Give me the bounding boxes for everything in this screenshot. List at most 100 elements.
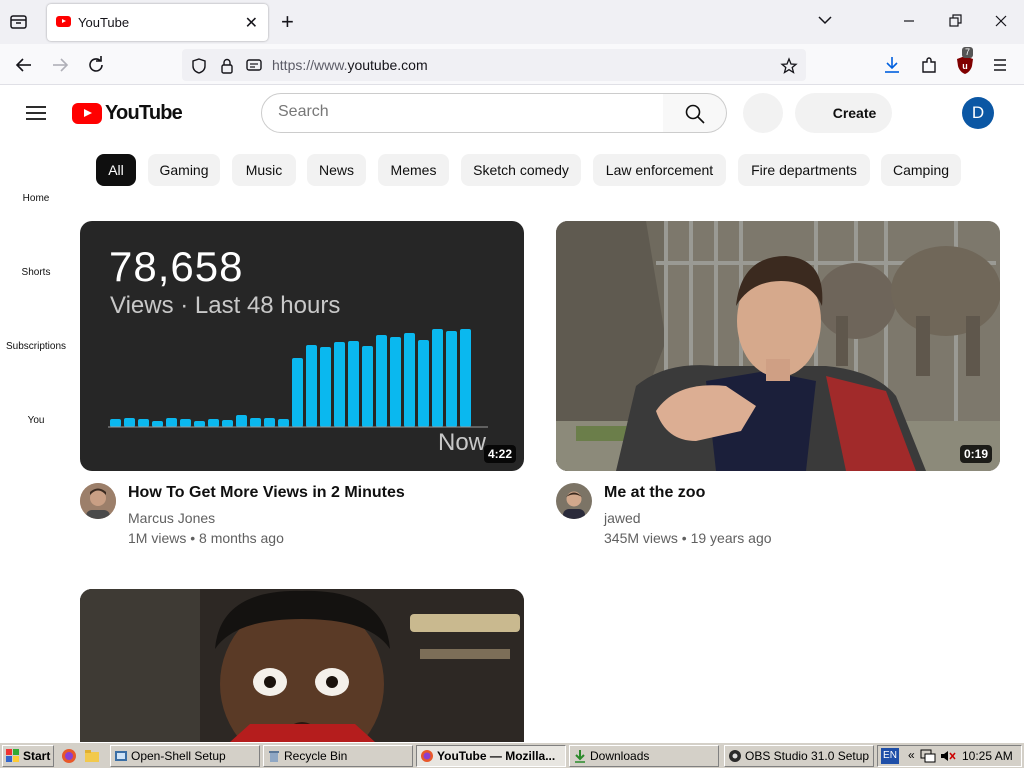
- channel-avatar[interactable]: [556, 483, 592, 519]
- youtube-wordmark: YouTube: [105, 102, 183, 124]
- app-menu-icon[interactable]: [989, 54, 1011, 76]
- account-avatar[interactable]: D: [962, 97, 994, 129]
- tab-close-icon[interactable]: ✕: [245, 13, 258, 33]
- search-box: [261, 93, 664, 133]
- folder-quicklaunch-icon[interactable]: [84, 748, 100, 764]
- chart-bar: [306, 345, 317, 427]
- system-tray: EN « 10:25 AM: [877, 745, 1022, 767]
- chip-sketch-comedy[interactable]: Sketch comedy: [461, 154, 581, 186]
- create-label: Create: [832, 105, 877, 121]
- tray-expand-icon[interactable]: «: [908, 748, 915, 762]
- start-button[interactable]: Start: [2, 745, 54, 767]
- video-title[interactable]: How To Get More Views in 2 Minutes: [128, 484, 405, 502]
- chart-bar: [194, 421, 205, 427]
- windows-logo-icon: [6, 749, 19, 762]
- chevron-down-icon[interactable]: [817, 12, 833, 28]
- lock-icon[interactable]: [218, 57, 236, 75]
- video-thumbnail[interactable]: [80, 589, 524, 742]
- youtube-favicon-icon: [56, 16, 71, 27]
- voice-search-button[interactable]: [743, 93, 783, 133]
- chip-camping[interactable]: Camping: [881, 154, 961, 186]
- video-meta: 345M views • 19 years ago: [604, 530, 772, 546]
- taskbar-item-downloads[interactable]: Downloads: [569, 745, 719, 767]
- chart-bar: [334, 342, 345, 427]
- address-bar[interactable]: https://www.youtube.com: [182, 49, 806, 81]
- tab-list-icon[interactable]: [8, 12, 30, 32]
- taskbar-item-obs-setup[interactable]: OBS Studio 31.0 Setup: [724, 745, 874, 767]
- rail-item-shorts[interactable]: Shorts: [0, 267, 72, 278]
- reload-icon[interactable]: [85, 54, 107, 76]
- chart-bar: [432, 329, 443, 427]
- chart-bar: [446, 331, 457, 427]
- taskbar-item-label: Open-Shell Setup: [131, 749, 226, 763]
- back-arrow-icon[interactable]: [13, 54, 35, 76]
- video-thumbnail[interactable]: 0:19: [556, 221, 1000, 471]
- firefox-quicklaunch-icon[interactable]: [61, 748, 77, 764]
- tab-youtube[interactable]: YouTube ✕: [47, 4, 268, 41]
- chart-bar: [418, 340, 429, 427]
- chart-bar: [250, 418, 261, 427]
- recycle-bin-icon: [269, 751, 279, 762]
- clock[interactable]: 10:25 AM: [962, 749, 1013, 763]
- chip-news[interactable]: News: [307, 154, 366, 186]
- minimize-icon[interactable]: [899, 11, 919, 31]
- new-tab-button[interactable]: +: [281, 9, 294, 35]
- taskbar-item-label: Downloads: [590, 749, 650, 763]
- browser-nav-toolbar: https://www.youtube.com u 7: [0, 44, 1024, 85]
- chart-bar: [292, 358, 303, 427]
- chip-music[interactable]: Music: [232, 154, 296, 186]
- channel-name[interactable]: jawed: [604, 510, 641, 526]
- guide-menu-icon[interactable]: [26, 105, 46, 121]
- taskbar-item-label: Recycle Bin: [284, 749, 348, 763]
- bookmark-star-icon[interactable]: [780, 57, 798, 75]
- taskbar-item-label: YouTube — Mozilla...: [437, 749, 556, 763]
- chart-bar: [404, 333, 415, 427]
- permissions-icon[interactable]: [245, 57, 263, 75]
- close-window-icon[interactable]: [991, 11, 1011, 31]
- chip-law-enforcement[interactable]: Law enforcement: [593, 154, 726, 186]
- chart-bar: [236, 415, 247, 427]
- chip-gaming[interactable]: Gaming: [148, 154, 220, 186]
- channel-avatar[interactable]: [80, 483, 116, 519]
- rail-item-subscriptions[interactable]: Subscriptions: [0, 341, 72, 352]
- thumb-views-subtitle: Views · Last 48 hours: [110, 292, 341, 319]
- thumb-bar-chart: [108, 329, 488, 428]
- chart-bar: [320, 347, 331, 427]
- download-icon[interactable]: [881, 54, 903, 76]
- video-thumbnail[interactable]: 78,658 Views · Last 48 hours Now 4:22: [80, 221, 524, 471]
- taskbar-item-firefox[interactable]: YouTube — Mozilla...: [416, 745, 566, 767]
- video-title[interactable]: Me at the zoo: [604, 484, 705, 502]
- volume-muted-icon[interactable]: [940, 749, 956, 763]
- taskbar-item-label: OBS Studio 31.0 Setup: [745, 749, 870, 763]
- rail-item-you[interactable]: You: [0, 415, 72, 426]
- restore-icon[interactable]: [945, 11, 965, 31]
- chip-all[interactable]: All: [96, 154, 136, 186]
- search-icon: [685, 104, 705, 124]
- chart-bar: [390, 337, 401, 427]
- search-input[interactable]: [278, 103, 648, 121]
- chip-fire-departments[interactable]: Fire departments: [738, 154, 870, 186]
- language-indicator[interactable]: EN: [881, 748, 899, 764]
- chip-memes[interactable]: Memes: [378, 154, 449, 186]
- thumb-views-number: 78,658: [109, 243, 244, 290]
- youtube-play-logo-icon: [72, 103, 102, 124]
- chart-bar: [124, 418, 135, 427]
- taskbar-item-recycle-bin[interactable]: Recycle Bin: [263, 745, 413, 767]
- forward-arrow-icon[interactable]: [49, 54, 71, 76]
- rail-item-home[interactable]: Home: [0, 193, 72, 204]
- url-prefix: https://www.: [272, 57, 348, 73]
- zoo-scene-image: [556, 221, 1000, 471]
- create-button[interactable]: Create: [795, 93, 892, 133]
- channel-name[interactable]: Marcus Jones: [128, 510, 215, 526]
- thumb-now-label: Now: [438, 429, 487, 456]
- taskbar-item-open-shell[interactable]: Open-Shell Setup: [110, 745, 260, 767]
- chart-bar: [166, 418, 177, 427]
- windows-taskbar: Start Open-Shell Setup Recycle Bin YouTu…: [0, 742, 1024, 768]
- url-text: https://www.youtube.com: [272, 57, 428, 73]
- extension-badge-count: 7: [962, 47, 974, 58]
- url-domain: youtube.com: [347, 57, 428, 73]
- search-button[interactable]: [663, 93, 727, 133]
- extensions-puzzle-icon[interactable]: [918, 54, 940, 76]
- network-icon[interactable]: [920, 749, 936, 763]
- shield-icon[interactable]: [190, 57, 208, 75]
